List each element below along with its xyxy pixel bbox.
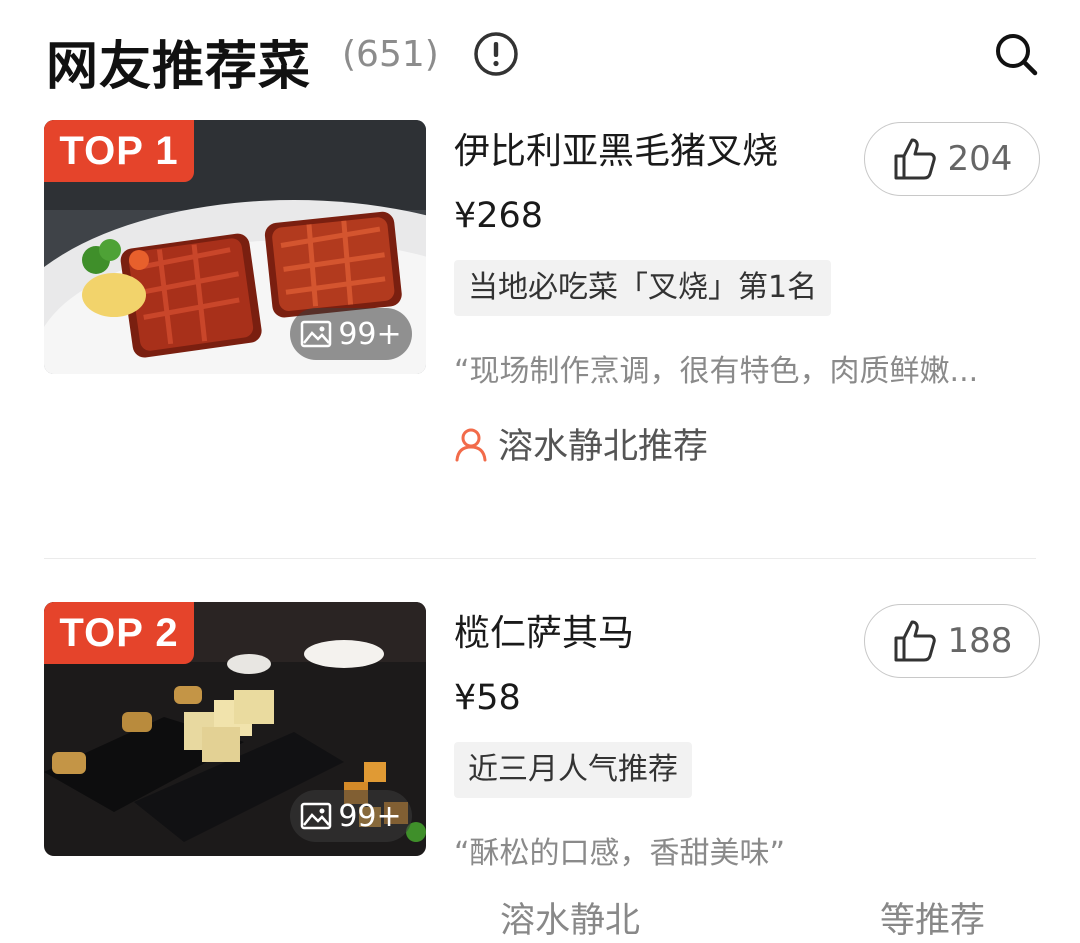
dish-name[interactable]: 伊比利亚黑毛猪叉烧 xyxy=(454,122,778,174)
photo-count: 99+ xyxy=(338,316,402,352)
rank-badge: TOP 1 xyxy=(44,120,194,182)
photo-count-badge[interactable]: 99+ xyxy=(290,308,412,360)
rank-badge: TOP 2 xyxy=(44,602,194,664)
user-icon xyxy=(455,428,487,461)
dish-review-quote: “现场制作烹调，很有特色，肉质鲜嫩... xyxy=(454,354,979,389)
info-icon[interactable] xyxy=(472,30,520,78)
recommender-suffix: 等推荐 xyxy=(880,901,986,941)
dish-photo[interactable]: TOP 2 99+ xyxy=(44,602,426,856)
dish-price: ¥58 xyxy=(454,678,521,718)
image-icon xyxy=(301,802,332,830)
image-icon xyxy=(301,320,332,348)
dish-price: ¥268 xyxy=(454,196,544,236)
dish-name[interactable]: 榄仁萨其马 xyxy=(454,604,634,656)
photo-count-badge[interactable]: 99+ xyxy=(290,790,412,842)
like-button[interactable]: 188 xyxy=(864,604,1040,678)
search-icon[interactable] xyxy=(992,30,1040,78)
photo-count: 99+ xyxy=(338,798,402,834)
dish-tag: 当地必吃菜「叉烧」第1名 xyxy=(454,260,832,316)
recommendation-count: (651) xyxy=(342,34,439,75)
header: 网友推荐菜 (651) xyxy=(46,18,1040,97)
recommender-text: 溶水静北推荐 xyxy=(498,427,709,467)
dish-photo[interactable]: TOP 1 99+ xyxy=(44,120,426,374)
thumbs-up-icon xyxy=(894,620,936,662)
dish-card[interactable]: TOP 1 99+ 伊比利亚黑毛猪叉烧 ¥268 当地必吃菜「叉烧」第1名 “现… xyxy=(44,120,1040,467)
divider xyxy=(44,558,1036,559)
like-count: 204 xyxy=(947,139,1013,179)
recommender[interactable]: 溶水静北推荐 xyxy=(454,418,708,469)
dish-tag: 近三月人气推荐 xyxy=(454,742,692,798)
like-count: 188 xyxy=(947,621,1013,661)
page-title: 网友推荐菜 xyxy=(46,37,312,97)
thumbs-up-icon xyxy=(894,138,936,180)
dish-card[interactable]: TOP 2 99+ 榄仁萨其马 ¥58 近三月人气推荐 “酥松的口感，香甜美味”… xyxy=(44,602,1040,907)
like-button[interactable]: 204 xyxy=(864,122,1040,196)
dish-review-quote: “酥松的口感，香甜美味” xyxy=(454,836,786,871)
recommender-text: 溶水静北 xyxy=(500,901,641,941)
